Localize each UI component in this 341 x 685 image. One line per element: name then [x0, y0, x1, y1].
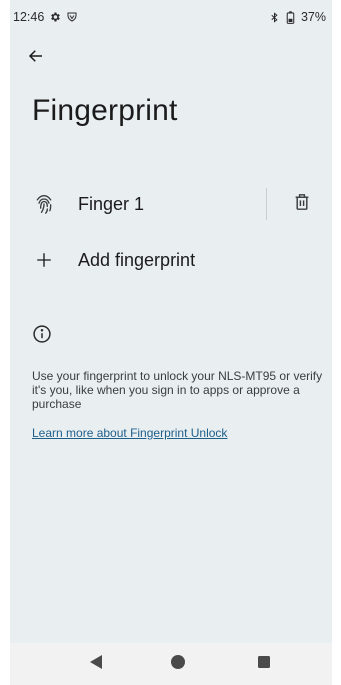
fingerprint-label: Finger 1	[78, 193, 145, 214]
add-fingerprint-label: Add fingerprint	[78, 249, 196, 270]
nav-home-button[interactable]	[168, 654, 188, 675]
page-title: Fingerprint	[32, 94, 178, 127]
bluetooth-icon	[269, 11, 280, 24]
plus-icon	[32, 248, 56, 272]
battery-level: 37%	[300, 10, 326, 24]
nav-recents-icon	[257, 655, 271, 674]
fingerprint-row-finger-1[interactable]: Finger 1	[10, 176, 332, 232]
status-right: 37%	[269, 10, 326, 24]
gear-icon	[49, 11, 61, 23]
add-fingerprint-button[interactable]: Add fingerprint	[10, 232, 332, 288]
info-description: Use your fingerprint to unlock your NLS-…	[32, 369, 323, 411]
nav-recents-button[interactable]	[254, 655, 274, 673]
fingerprint-icon	[32, 192, 56, 216]
arrow-left-icon	[27, 47, 45, 70]
nav-back-icon	[89, 654, 103, 675]
nav-back-button[interactable]	[86, 654, 106, 675]
shield-icon	[66, 11, 78, 23]
settings-screen: 12:46 37% Fingerprint Finger 1 Add finge…	[10, 0, 332, 685]
nav-home-icon	[170, 654, 186, 675]
status-time: 12:46	[13, 10, 45, 24]
row-divider	[266, 188, 267, 220]
status-bar: 12:46 37%	[10, 0, 332, 34]
delete-fingerprint-button[interactable]	[288, 190, 316, 218]
learn-more-link[interactable]: Learn more about Fingerprint Unlock	[32, 426, 227, 440]
navigation-bar	[10, 643, 332, 685]
status-left: 12:46	[13, 10, 78, 24]
battery-icon	[286, 10, 295, 24]
back-button[interactable]	[22, 44, 50, 72]
trash-icon	[294, 193, 310, 216]
info-icon	[32, 324, 54, 346]
